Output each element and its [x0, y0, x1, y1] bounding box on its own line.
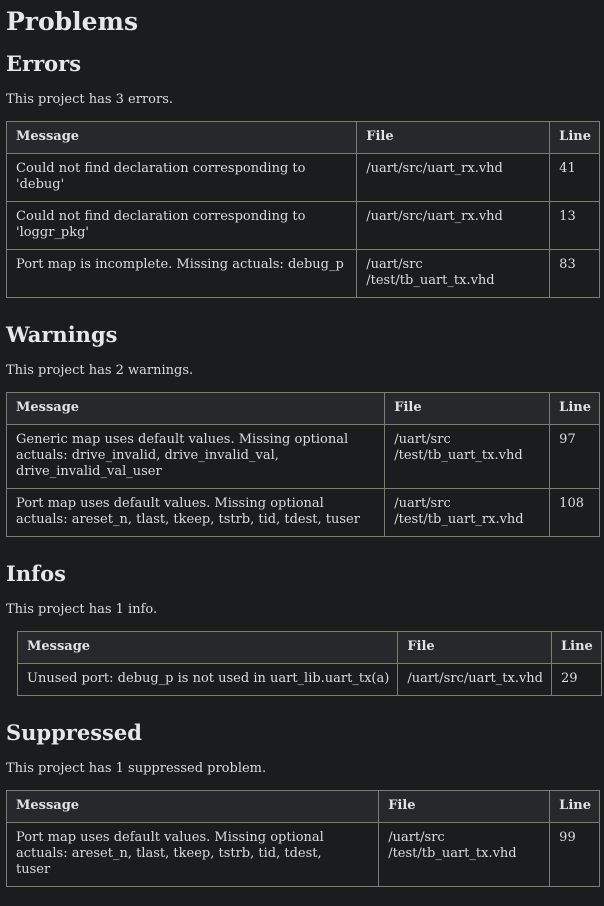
infos-section: Infos This project has 1 info. Message F… — [6, 561, 602, 696]
column-header-message: Message — [5, 121, 358, 154]
table-row: Could not find declaration corresponding… — [5, 201, 600, 250]
message-cell: Port map is incomplete. Missing actuals:… — [5, 249, 358, 298]
line-cell: 29 — [550, 663, 602, 696]
column-header-file: File — [384, 392, 551, 425]
line-cell: 13 — [549, 201, 600, 250]
suppressed-summary: This project has 1 suppressed problem. — [6, 761, 267, 776]
line-cell: 41 — [549, 153, 600, 202]
suppressed-section: Suppressed This project has 1 suppressed… — [5, 720, 600, 887]
table-row: Could not find declaration corresponding… — [5, 153, 600, 202]
warnings-section: Warnings This project has 2 warnings. Me… — [5, 322, 600, 537]
line-cell: 99 — [549, 822, 600, 887]
warnings-summary: This project has 2 warnings. — [6, 363, 194, 378]
errors-heading: Errors — [6, 51, 82, 76]
column-header-line: Line — [549, 790, 600, 823]
line-cell: 97 — [549, 424, 600, 489]
table-header-row: Message File Line — [5, 121, 600, 154]
errors-summary: This project has 3 errors. — [6, 92, 174, 107]
infos-table: Message File Line Unused port: debug_p i… — [16, 631, 602, 696]
table-row: Port map uses default values. Missing op… — [5, 822, 600, 887]
table-header-row: Message File Line — [5, 790, 600, 823]
line-cell: 108 — [549, 488, 600, 537]
table-row: Port map uses default values. Missing op… — [5, 488, 600, 537]
table-row: Unused port: debug_p is not used in uart… — [16, 663, 602, 696]
infos-heading: Infos — [6, 561, 66, 586]
errors-table: Message File Line Could not find declara… — [5, 121, 600, 298]
file-cell: /uart/src/uart_rx.vhd — [356, 201, 551, 250]
column-header-message: Message — [5, 392, 386, 425]
infos-summary: This project has 1 info. — [6, 602, 158, 617]
table-header-row: Message File Line — [16, 631, 602, 664]
message-cell: Port map uses default values. Missing op… — [5, 488, 386, 537]
problems-report: Problems Errors This project has 3 error… — [0, 0, 604, 887]
file-cell: /uart/src/uart_rx.vhd — [356, 153, 551, 202]
file-cell: /uart/src /test/tb_uart_tx.vhd — [356, 249, 551, 298]
page-title: Problems — [6, 7, 139, 36]
warnings-heading: Warnings — [6, 322, 118, 347]
errors-section: Errors This project has 3 errors. Messag… — [5, 51, 600, 298]
table-header-row: Message File Line — [5, 392, 600, 425]
file-cell: /uart/src/uart_tx.vhd — [397, 663, 552, 696]
column-header-file: File — [397, 631, 552, 664]
line-cell: 83 — [549, 249, 600, 298]
message-cell: Generic map uses default values. Missing… — [5, 424, 386, 489]
message-cell: Unused port: debug_p is not used in uart… — [16, 663, 399, 696]
table-row: Port map is incomplete. Missing actuals:… — [5, 249, 600, 298]
column-header-line: Line — [549, 121, 600, 154]
message-cell: Port map uses default values. Missing op… — [5, 822, 380, 887]
file-cell: /uart/src /test/tb_uart_tx.vhd — [384, 424, 551, 489]
warnings-table: Message File Line Generic map uses defau… — [5, 392, 600, 537]
suppressed-table: Message File Line Port map uses default … — [5, 790, 600, 887]
column-header-message: Message — [16, 631, 399, 664]
column-header-line: Line — [549, 392, 600, 425]
file-cell: /uart/src /test/tb_uart_rx.vhd — [384, 488, 551, 537]
table-row: Generic map uses default values. Missing… — [5, 424, 600, 489]
message-cell: Could not find declaration corresponding… — [5, 153, 358, 202]
column-header-file: File — [356, 121, 551, 154]
file-cell: /uart/src /test/tb_uart_tx.vhd — [378, 822, 551, 887]
column-header-file: File — [378, 790, 551, 823]
message-cell: Could not find declaration corresponding… — [5, 201, 358, 250]
column-header-message: Message — [5, 790, 380, 823]
suppressed-heading: Suppressed — [6, 720, 142, 745]
column-header-line: Line — [550, 631, 602, 664]
